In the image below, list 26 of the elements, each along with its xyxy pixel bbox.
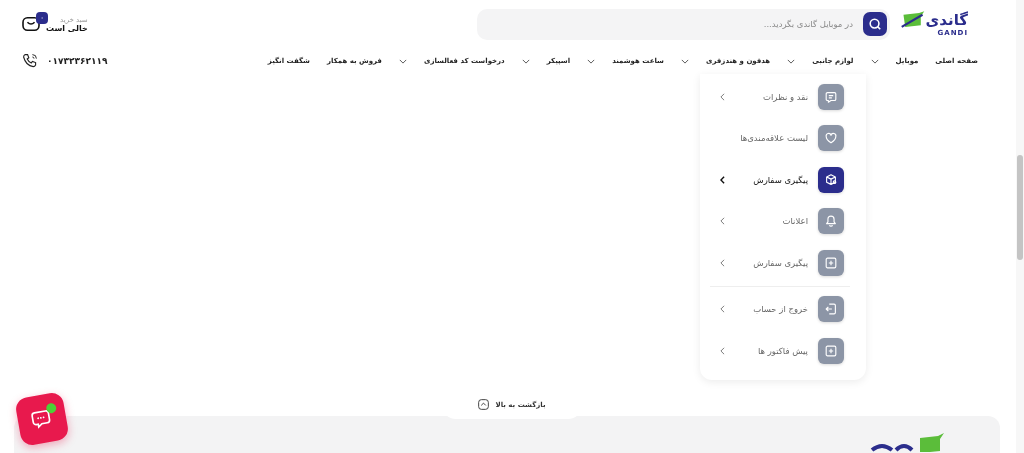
bell-icon — [818, 208, 844, 235]
menu-item[interactable]: پیش فاکتور ها — [716, 330, 844, 372]
phone-icon — [22, 53, 38, 69]
flag-icon — [899, 11, 926, 29]
menu-item[interactable]: اعلانات — [716, 200, 844, 242]
logo-name: گاندی — [925, 12, 968, 28]
cart-button[interactable] — [22, 16, 40, 32]
scrollbar[interactable] — [1016, 0, 1024, 453]
search-icon — [868, 17, 882, 31]
exit-icon — [818, 296, 844, 323]
search-field[interactable]: در موبایل گاندی بگردید... — [477, 8, 890, 40]
package-icon — [818, 166, 844, 193]
menu-item[interactable]: پیگیری سفارش — [716, 159, 844, 201]
plus-square-icon — [818, 249, 844, 276]
chevron-up-icon — [478, 399, 490, 410]
cart-status: خالی است — [46, 23, 88, 33]
menu-item[interactable]: لیست علاقه‌مندی‌ها — [716, 117, 844, 159]
menu-item[interactable]: پیگیری سفارش — [716, 242, 844, 284]
search-input[interactable]: در موبایل گاندی بگردید... — [480, 18, 855, 30]
comment-icon — [818, 83, 844, 110]
phone-number: ۰۱۷۳۲۳۶۲۱۱۹ — [47, 56, 108, 66]
menu-item[interactable]: نقد و نظرات — [716, 76, 844, 118]
plus-square-icon — [818, 337, 844, 364]
search-button[interactable] — [863, 12, 887, 36]
menu-item[interactable]: خروج از حساب — [716, 288, 844, 330]
bag-icon — [22, 16, 40, 32]
